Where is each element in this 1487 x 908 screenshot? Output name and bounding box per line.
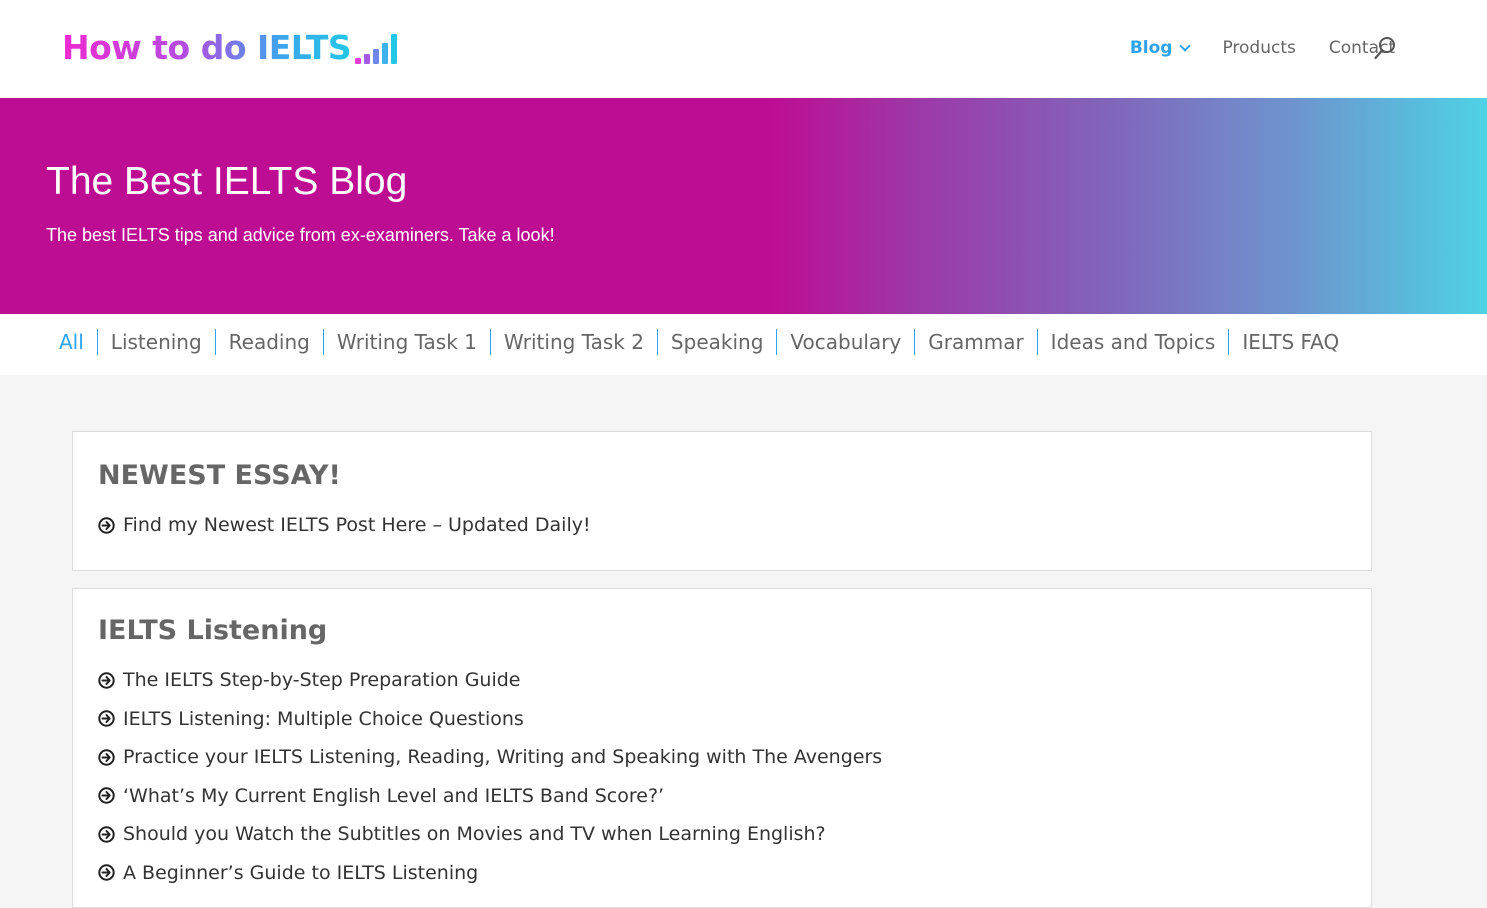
- page-title: The Best IELTS Blog: [46, 160, 408, 203]
- link-label: ‘What’s My Current English Level and IEL…: [123, 784, 665, 807]
- filter-ideas-and-topics[interactable]: Ideas and Topics: [1036, 329, 1229, 355]
- nav-products[interactable]: Products: [1222, 38, 1295, 58]
- nav-blog[interactable]: Blog: [1129, 38, 1192, 58]
- arrow-circle-right-icon: [98, 517, 115, 534]
- list-item[interactable]: Find my Newest IELTS Post Here – Updated…: [98, 506, 591, 545]
- filter-writing-task-2[interactable]: Writing Task 2: [489, 329, 657, 355]
- search-button[interactable]: [1373, 36, 1397, 62]
- category-filter-list: All Listening Reading Writing Task 1 Wri…: [46, 329, 1352, 355]
- nav-products-label: Products: [1222, 38, 1296, 58]
- site-header: How to do IELTS Blog Products Contact: [0, 0, 1487, 98]
- arrow-circle-right-icon: [98, 710, 115, 727]
- filter-writing-task-1[interactable]: Writing Task 1: [322, 329, 490, 355]
- main-nav: Blog Products Contact: [1130, 36, 1395, 60]
- link-label: The IELTS Step-by-Step Preparation Guide: [123, 669, 521, 692]
- link-label: IELTS Listening: Multiple Choice Questio…: [123, 707, 524, 730]
- link-label: A Beginner’s Guide to IELTS Listening: [123, 861, 479, 884]
- filter-vocabulary[interactable]: Vocabulary: [776, 329, 914, 355]
- newest-essay-card: NEWEST ESSAY! Find my Newest IELTS Post …: [72, 431, 1372, 571]
- arrow-circle-right-icon: [98, 787, 115, 804]
- list-item[interactable]: The IELTS Step-by-Step Preparation Guide: [98, 661, 882, 700]
- arrow-circle-right-icon: [98, 826, 115, 843]
- list-item[interactable]: A Beginner’s Guide to IELTS Listening: [98, 854, 882, 893]
- list-item[interactable]: IELTS Listening: Multiple Choice Questio…: [98, 700, 882, 739]
- arrow-circle-right-icon: [98, 672, 115, 689]
- filter-all[interactable]: All: [46, 329, 97, 355]
- filter-grammar[interactable]: Grammar: [914, 329, 1036, 355]
- list-item[interactable]: Practice your IELTS Listening, Reading, …: [98, 738, 882, 777]
- logo-bars-icon: [355, 34, 398, 70]
- chevron-down-icon: [1179, 39, 1192, 52]
- card-title: NEWEST ESSAY!: [98, 460, 341, 491]
- page-subtitle: The best IELTS tips and advice from ex-e…: [46, 225, 555, 245]
- link-list: The IELTS Step-by-Step Preparation Guide…: [98, 661, 882, 892]
- link-list: Find my Newest IELTS Post Here – Updated…: [98, 506, 591, 545]
- link-label: Practice your IELTS Listening, Reading, …: [123, 746, 883, 769]
- search-icon: [1374, 37, 1395, 60]
- link-label: Find my Newest IELTS Post Here – Updated…: [123, 514, 591, 537]
- link-label: Should you Watch the Subtitles on Movies…: [123, 823, 826, 846]
- list-item[interactable]: ‘What’s My Current English Level and IEL…: [98, 777, 882, 816]
- card-title: IELTS Listening: [98, 615, 328, 646]
- ielts-listening-card: IELTS Listening The IELTS Step-by-Step P…: [72, 588, 1372, 908]
- arrow-circle-right-icon: [98, 864, 115, 881]
- filter-ielts-faq[interactable]: IELTS FAQ: [1228, 329, 1352, 355]
- hero-banner: The Best IELTS Blog The best IELTS tips …: [0, 98, 1487, 314]
- filter-reading[interactable]: Reading: [214, 329, 323, 355]
- category-filter-bar: All Listening Reading Writing Task 1 Wri…: [0, 314, 1487, 375]
- filter-listening[interactable]: Listening: [96, 329, 215, 355]
- site-logo[interactable]: How to do IELTS: [62, 26, 398, 70]
- list-item[interactable]: Should you Watch the Subtitles on Movies…: [98, 815, 882, 854]
- filter-speaking[interactable]: Speaking: [656, 329, 776, 355]
- nav-blog-label: Blog: [1129, 38, 1173, 58]
- arrow-circle-right-icon: [98, 749, 115, 766]
- logo-text: How to do IELTS: [62, 26, 352, 70]
